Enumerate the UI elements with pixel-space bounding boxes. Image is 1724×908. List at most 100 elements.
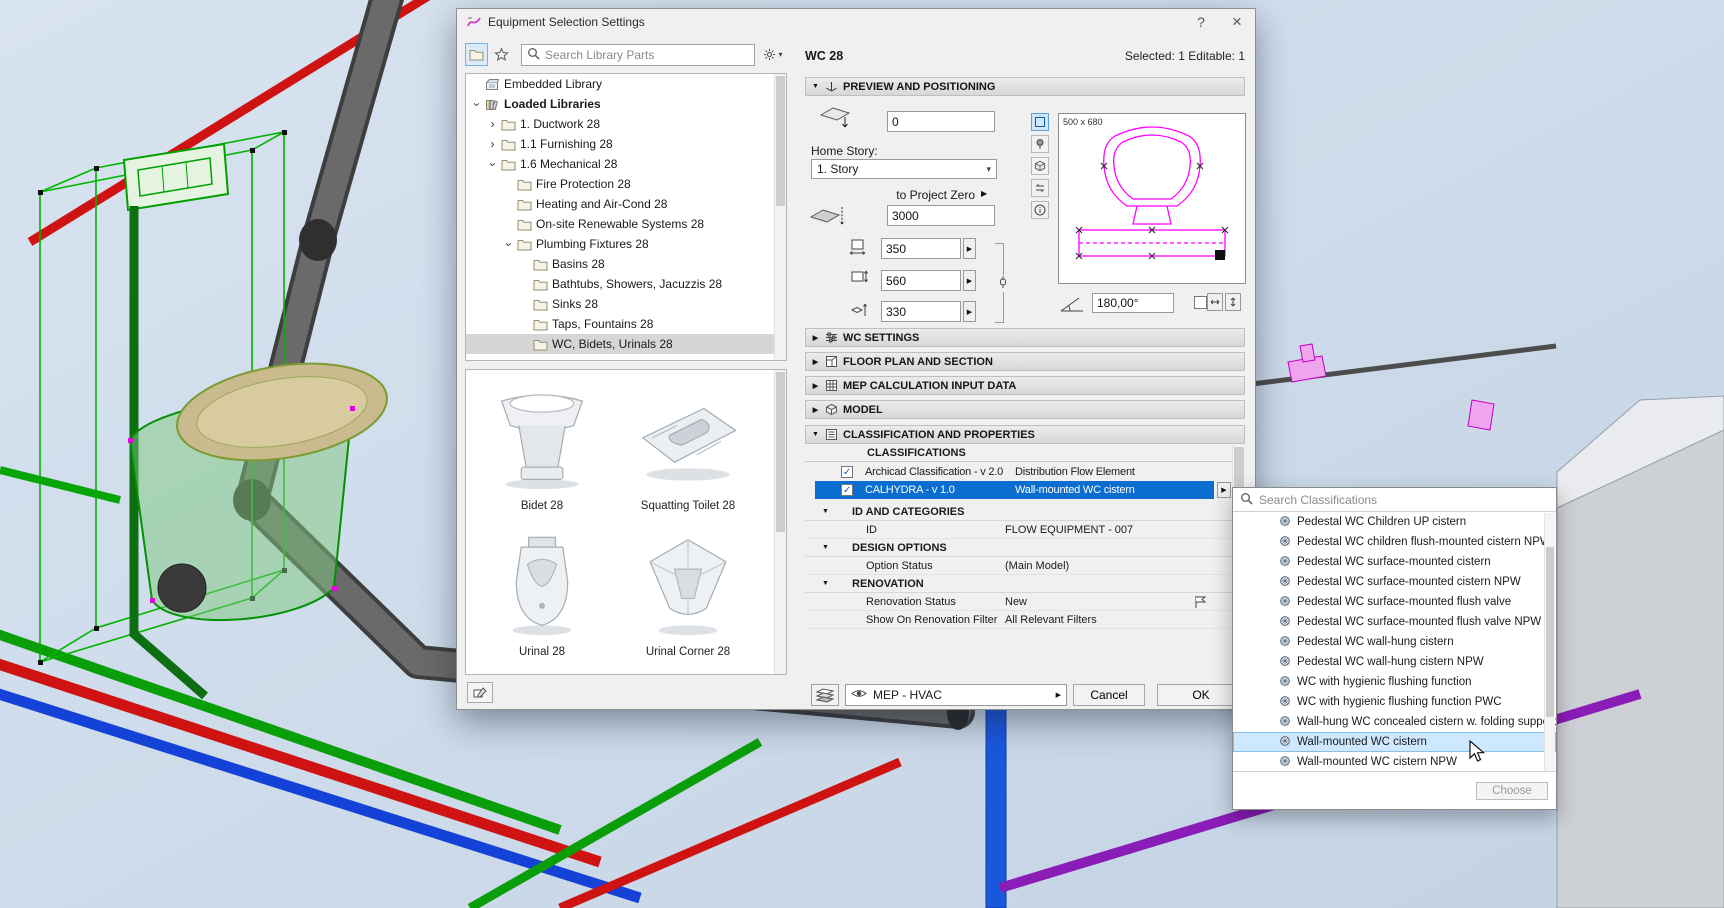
help-button[interactable]: ?	[1183, 9, 1219, 35]
flip-horizontal-button[interactable]	[1207, 293, 1223, 311]
tree-item-embedded-library[interactable]: Embedded Library	[466, 74, 786, 94]
dimension-input-2[interactable]	[881, 270, 961, 291]
classification-checkbox[interactable]: ✓	[841, 466, 853, 478]
cancel-button[interactable]: Cancel	[1073, 684, 1145, 706]
choose-button[interactable]: Choose	[1476, 782, 1548, 800]
classification-search[interactable]	[1233, 488, 1556, 512]
property-group-id-and-categories[interactable]: ▼ID AND CATEGORIES	[805, 503, 1232, 521]
library-part-squatting-toilet[interactable]: Squatting Toilet 28	[618, 382, 758, 528]
classification-checkbox[interactable]: ✓	[841, 484, 853, 496]
chain-link-icon[interactable]	[998, 275, 1008, 292]
chevron-expanded-icon[interactable]: ›	[502, 238, 515, 251]
classification-option[interactable]: Pedestal WC Children UP cistern	[1233, 512, 1556, 532]
section-preview-and-positioning[interactable]: ▼ PREVIEW AND POSITIONING	[805, 77, 1245, 96]
classification-item-icon	[1279, 655, 1291, 670]
classification-option[interactable]: Pedestal WC wall-hung cistern NPW	[1233, 652, 1556, 672]
library-search[interactable]	[521, 44, 755, 66]
property-group-design-options[interactable]: ▼DESIGN OPTIONS	[805, 539, 1232, 557]
tree-item-1-6-mechanical-28[interactable]: ›1.6 Mechanical 28	[466, 154, 786, 174]
2d-preview[interactable]: 500 x 680	[1058, 113, 1246, 284]
tree-item-wc-bidets-urinals-28[interactable]: WC, Bidets, Urinals 28	[466, 334, 786, 354]
classification-option[interactable]: Wall-mounted WC cistern NPW	[1233, 752, 1556, 771]
section-model[interactable]: ▶MODEL	[805, 400, 1245, 419]
dimension-input-1[interactable]	[881, 238, 961, 259]
classification-option[interactable]: Pedestal WC wall-hung cistern	[1233, 632, 1556, 652]
section-classification-and-properties[interactable]: ▼ CLASSIFICATION AND PROPERTIES	[805, 425, 1245, 444]
dimension-flyout-button[interactable]: ▶	[963, 270, 976, 291]
classification-flyout-button[interactable]: ▶	[1217, 482, 1231, 498]
classification-row[interactable]: ✓Archicad Classification - v 2.0Distribu…	[815, 463, 1214, 481]
tree-item-on-site-renewable-systems-28[interactable]: On-site Renewable Systems 28	[466, 214, 786, 234]
chevron-expanded-icon[interactable]: ›	[470, 98, 483, 111]
tree-item-basins-28[interactable]: Basins 28	[466, 254, 786, 274]
classification-list-scrollbar[interactable]	[1544, 513, 1555, 771]
tree-item-loaded-libraries[interactable]: ›Loaded Libraries	[466, 94, 786, 114]
tree-item-fire-protection-28[interactable]: Fire Protection 28	[466, 174, 786, 194]
property-row[interactable]: Show On Renovation FilterAll Relevant Fi…	[805, 611, 1232, 629]
classification-option[interactable]: WC with hygienic flushing function PWC	[1233, 692, 1556, 712]
property-group-renovation[interactable]: ▼RENOVATION	[805, 575, 1232, 593]
rotation-angle-input[interactable]	[1092, 293, 1174, 313]
library-part-urinal[interactable]: Urinal 28	[472, 528, 612, 674]
classification-option[interactable]: Pedestal WC surface-mounted flush valve …	[1233, 612, 1556, 632]
home-story-select[interactable]: 1. Story ▾	[811, 159, 997, 179]
elevation-offset-input[interactable]	[887, 111, 995, 132]
tree-item-1-ductwork-28[interactable]: ›1. Ductwork 28	[466, 114, 786, 134]
classification-option[interactable]: Wall-hung WC concealed cistern w. foldin…	[1233, 712, 1556, 732]
property-row[interactable]: Renovation StatusNew	[805, 593, 1232, 611]
classification-row[interactable]: ✓CALHYDRA - v 1.0Wall-mounted WC cistern…	[815, 481, 1214, 499]
library-search-input[interactable]	[545, 48, 749, 62]
rotation-angle-icon	[1058, 294, 1086, 314]
close-button[interactable]: ×	[1219, 9, 1255, 35]
flip-vertical-button[interactable]	[1225, 293, 1241, 311]
classification-option[interactable]: WC with hygienic flushing function	[1233, 672, 1556, 692]
tree-item-plumbing-fixtures-28[interactable]: ›Plumbing Fixtures 28	[466, 234, 786, 254]
thumbnails-scrollbar[interactable]	[774, 370, 786, 674]
3d-view-button[interactable]	[1031, 157, 1049, 175]
classification-option[interactable]: Pedestal WC surface-mounted cistern	[1233, 552, 1556, 572]
classification-option[interactable]: Pedestal WC surface-mounted cistern NPW	[1233, 572, 1556, 592]
layer-button[interactable]	[811, 684, 839, 706]
classification-search-input[interactable]	[1259, 493, 1549, 507]
project-zero-flyout-button[interactable]: ▶	[981, 189, 987, 198]
info-button[interactable]	[1031, 201, 1049, 219]
plan-view-button[interactable]	[1031, 113, 1049, 131]
classification-option[interactable]: Pedestal WC surface-mounted flush valve	[1233, 592, 1556, 612]
classification-option[interactable]: Wall-mounted WC cistern	[1233, 732, 1556, 752]
front-view-button[interactable]	[1031, 135, 1049, 153]
absolute-angle-checkbox[interactable]	[1194, 296, 1207, 309]
library-manager-button[interactable]	[467, 682, 493, 703]
folder-view-button[interactable]	[465, 43, 488, 66]
chevron-collapsed-icon[interactable]: ›	[486, 118, 499, 131]
dimension-flyout-button[interactable]: ▶	[963, 301, 976, 322]
classification-option[interactable]: Pedestal WC children flush-mounted ciste…	[1233, 532, 1556, 552]
cube-icon	[825, 403, 838, 416]
favorites-button[interactable]	[490, 43, 513, 66]
tree-item-taps-fountains-28[interactable]: Taps, Fountains 28	[466, 314, 786, 334]
dimension-input-3[interactable]	[881, 301, 961, 322]
section-mep-calculation-input-data[interactable]: ▶MEP CALCULATION INPUT DATA	[805, 376, 1245, 395]
library-part-urinal-corner[interactable]: Urinal Corner 28	[618, 528, 758, 674]
dialog-titlebar[interactable]: Equipment Selection Settings ? ×	[457, 9, 1255, 35]
tree-item-1-1-furnishing-28[interactable]: ›1.1 Furnishing 28	[466, 134, 786, 154]
stretch-handle[interactable]	[1215, 250, 1225, 260]
section-floor-plan-and-section[interactable]: ▶FLOOR PLAN AND SECTION	[805, 352, 1245, 371]
property-row[interactable]: Option Status(Main Model)	[805, 557, 1232, 575]
chevron-expanded-icon[interactable]: ›	[486, 158, 499, 171]
property-row[interactable]: IDFLOW EQUIPMENT - 007	[805, 521, 1232, 539]
section-wc-settings[interactable]: ▶WC SETTINGS	[805, 328, 1245, 347]
tree-scrollbar[interactable]	[774, 74, 786, 360]
search-icon	[1240, 492, 1253, 508]
tree-item-bathtubs-showers-jacuzzis-28[interactable]: Bathtubs, Showers, Jacuzzis 28	[466, 274, 786, 294]
section-view-button[interactable]	[1031, 179, 1049, 197]
layer-select[interactable]: MEP - HVAC ▶	[845, 684, 1067, 706]
classification-item-icon	[1279, 695, 1291, 710]
library-part-bidet[interactable]: Bidet 28	[472, 382, 612, 528]
urinal-thumbnail-image	[487, 528, 597, 642]
chevron-collapsed-icon[interactable]: ›	[486, 138, 499, 151]
project-zero-input[interactable]	[887, 205, 995, 226]
tree-item-sinks-28[interactable]: Sinks 28	[466, 294, 786, 314]
library-settings-button[interactable]: ▾	[759, 44, 787, 66]
tree-item-heating-and-air-cond-28[interactable]: Heating and Air-Cond 28	[466, 194, 786, 214]
dimension-flyout-button[interactable]: ▶	[963, 238, 976, 259]
